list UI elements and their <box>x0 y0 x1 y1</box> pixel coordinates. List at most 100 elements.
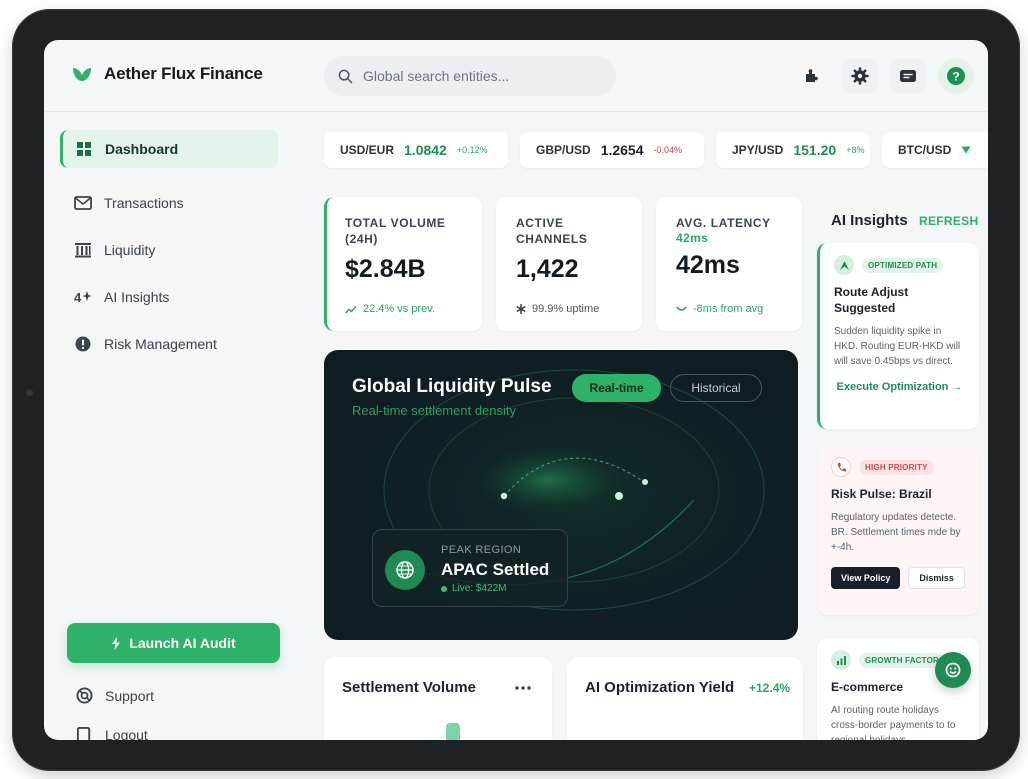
svg-text:4: 4 <box>74 290 82 305</box>
assistant-fab-button[interactable] <box>935 652 971 688</box>
sidebar-item-support[interactable]: Support <box>76 687 154 704</box>
liquidity-pulse-panel: Global Liquidity Pulse Real-time settlem… <box>324 350 798 640</box>
phone-icon <box>831 457 851 477</box>
ticker-pair: BTC/USD <box>898 143 952 157</box>
search-icon <box>338 69 353 83</box>
asterisk-icon <box>516 304 526 314</box>
envelope-icon <box>74 194 92 212</box>
growth-icon <box>831 650 851 670</box>
grid-icon <box>75 140 93 158</box>
leaf-logo-icon <box>73 68 91 81</box>
gear-icon <box>851 67 869 85</box>
stat-trend: 99.9% uptime <box>516 303 599 315</box>
sidebar-item-logout[interactable]: Logout <box>76 726 148 740</box>
pulse-title: Global Liquidity Pulse <box>352 376 552 397</box>
support-label: Support <box>105 687 155 704</box>
puzzle-button[interactable] <box>794 58 830 94</box>
trend-up-icon <box>345 305 357 314</box>
peak-region-label: PEAK REGION <box>441 544 522 556</box>
logout-label: Logout <box>105 726 148 741</box>
insight-card-risk-pulse: HIGH PRIORITY Risk Pulse: Brazil Regulat… <box>817 445 979 615</box>
help-icon: ? <box>947 67 965 85</box>
stat-trend-text: 99.9% uptime <box>532 303 600 315</box>
sidebar-item-risk-management[interactable]: Risk Management <box>60 325 278 363</box>
bank-icon <box>74 241 92 259</box>
globe-icon <box>385 550 425 590</box>
stat-value: $2.84B <box>345 255 426 283</box>
settings-button[interactable] <box>842 58 878 94</box>
ticker-usd-eur[interactable]: USD/EUR 1.0842 +0.12% <box>324 132 508 168</box>
launch-ai-audit-button[interactable]: Launch AI Audit <box>67 623 280 663</box>
ticker-pair: JPY/USD <box>732 143 784 157</box>
logout-icon <box>76 726 91 740</box>
toggle-historical[interactable]: Historical <box>670 374 762 402</box>
insight-title: Risk Pulse: Brazil <box>831 487 932 501</box>
pulse-subtitle: Real-time settlement density <box>352 403 517 418</box>
ai-optimization-yield-title: AI Optimization Yield <box>585 679 735 696</box>
top-icons: ? <box>794 58 974 94</box>
insight-actions: View Policy Dismiss <box>831 567 965 589</box>
messages-button[interactable] <box>890 58 926 94</box>
ticker-price: 1.2654 <box>600 142 644 158</box>
pulse-node <box>642 479 648 485</box>
search-bar[interactable] <box>324 56 616 96</box>
pulse-node <box>500 492 508 500</box>
stat-card-total-volume: TOTAL VOLUME (24H) $2.84B 22.4% vs prev. <box>324 197 482 331</box>
sidebar-item-transactions[interactable]: Transactions <box>60 184 278 222</box>
ai-optimization-yield-change: +12.4% <box>749 681 791 695</box>
ticker-price: 1.0842 <box>404 142 447 158</box>
execute-optimization-link[interactable]: Execute Optimization → <box>834 381 965 393</box>
stat-trend: -8ms from avg <box>676 303 763 315</box>
ticker-change: +8% <box>846 145 865 155</box>
launch-ai-audit-label: Launch AI Audit <box>129 635 236 651</box>
more-icon[interactable] <box>514 685 532 691</box>
stat-trend-text: -8ms from avg <box>693 303 764 315</box>
sidebar-item-liquidity[interactable]: Liquidity <box>60 231 278 269</box>
alert-icon <box>74 335 92 353</box>
route-icon <box>834 255 854 275</box>
view-policy-button[interactable]: View Policy <box>831 567 901 589</box>
ticker-price: 151.20 <box>793 142 837 158</box>
search-input[interactable] <box>363 68 593 84</box>
puzzle-icon <box>806 69 818 82</box>
ticker-change: +0.12% <box>456 145 488 155</box>
insight-body: Regulatory updates detecte. BR. Settleme… <box>831 512 961 553</box>
insight-badge-row: OPTIMIZED PATH <box>834 255 965 275</box>
support-icon <box>76 687 93 704</box>
ticker-pair: GBP/USD <box>536 143 591 157</box>
sidebar-item-label: Dashboard <box>105 141 179 157</box>
stat-trend-text: 22.4% vs prev. <box>363 303 435 315</box>
toggle-realtime[interactable]: Real-time <box>572 374 661 402</box>
dismiss-button[interactable]: Dismiss <box>908 567 965 589</box>
sidebar-item-ai-insights[interactable]: 4 AI Insights <box>60 278 278 316</box>
sparkle-icon: 4 <box>74 288 92 306</box>
peak-live: Live: $422M <box>441 583 506 594</box>
insight-body: AI routing route holidays cross-border p… <box>831 705 956 740</box>
camera-dot <box>26 389 33 396</box>
sidebar-item-dashboard[interactable]: Dashboard <box>60 130 278 168</box>
ticker-gbp-usd[interactable]: GBP/USD 1.2654 -0.04% <box>520 132 704 168</box>
stat-value: 1,422 <box>516 255 579 283</box>
assistant-icon <box>945 662 961 678</box>
refresh-insights-button[interactable]: REFRESH <box>919 214 978 228</box>
insight-card-route-adjust: OPTIMIZED PATH Route Adjust Suggested Su… <box>817 243 979 429</box>
top-bar: Aether Flux Finance Global search entiti… <box>44 40 988 112</box>
ai-insights-heading: AI Insights <box>831 212 908 229</box>
ticker-btc-usd[interactable]: BTC/USD <box>882 132 988 168</box>
stat-label: ACTIVE CHANNELS <box>516 216 588 246</box>
stat-sublabel: 42ms <box>676 231 709 245</box>
message-icon <box>900 70 916 82</box>
ticker-jpy-usd[interactable]: JPY/USD 151.20 +8% <box>716 132 870 168</box>
pulse-node <box>615 492 623 500</box>
sidebar-item-label: Risk Management <box>104 336 217 352</box>
brand: Aether Flux Finance <box>72 64 263 84</box>
peak-region-name: APAC Settled <box>441 560 550 579</box>
settlement-bar <box>446 723 460 740</box>
help-button[interactable]: ? <box>938 58 974 94</box>
triangle-down-icon <box>961 146 971 154</box>
sidebar: Dashboard Transactions Liquidity 4 AI In… <box>44 112 300 740</box>
settlement-volume-card: Settlement Volume <box>324 657 552 740</box>
trend-down-icon <box>676 306 687 311</box>
peak-region-card: PEAK REGION APAC Settled Live: $422M <box>372 529 568 607</box>
settlement-volume-title: Settlement Volume <box>342 679 476 696</box>
